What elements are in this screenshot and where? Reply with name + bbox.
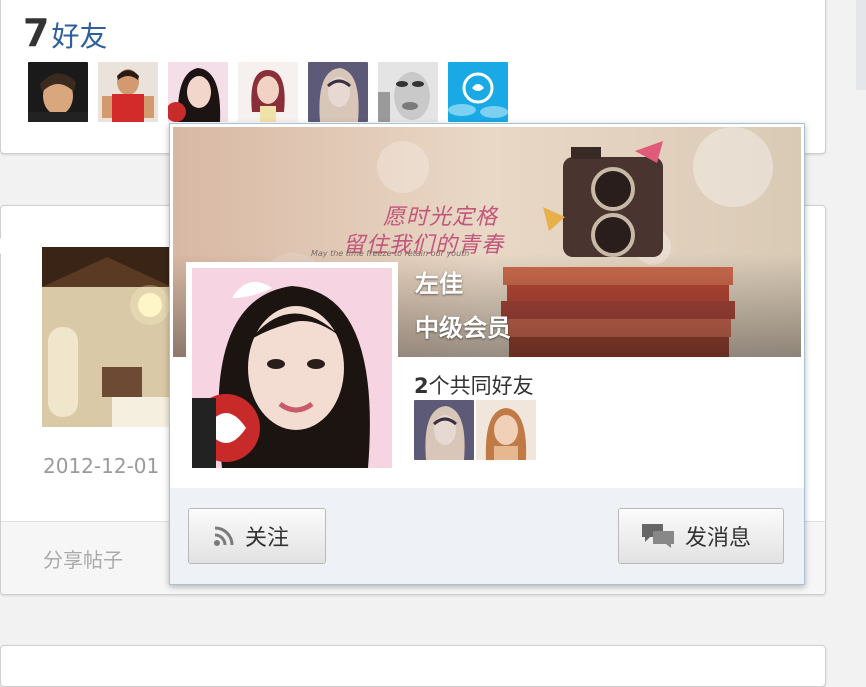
friend-avatar-7[interactable] <box>448 62 508 122</box>
follow-button[interactable]: 关注 <box>188 508 326 564</box>
user-level: 中级会员 <box>415 314 511 342</box>
post-image[interactable] <box>42 247 172 427</box>
friends-avatar-list <box>28 62 508 122</box>
friends-title[interactable]: 7 好友 <box>23 11 107 55</box>
mutual-friend-avatar-1[interactable] <box>414 400 474 460</box>
post-notch <box>0 238 8 254</box>
right-edge-panel <box>856 0 866 90</box>
friend-avatar-6[interactable] <box>378 62 438 122</box>
friend-avatar-5[interactable] <box>308 62 368 122</box>
cover-caption-small: May the time freeze to retain our youth <box>311 249 470 258</box>
friends-count: 7 <box>23 11 50 55</box>
mutual-friends-count: 2 <box>414 374 429 398</box>
mutual-friend-avatar-2[interactable] <box>476 400 536 460</box>
user-name[interactable]: 左佳 <box>415 264 463 299</box>
friend-avatar-3[interactable] <box>168 62 228 122</box>
send-message-button[interactable]: 发消息 <box>618 508 784 564</box>
profile-avatar[interactable] <box>192 268 392 468</box>
friend-avatar-1[interactable] <box>28 62 88 122</box>
friends-label: 好友 <box>51 20 108 53</box>
post-date: 2012-12-01 <box>43 454 160 478</box>
next-card <box>0 645 826 687</box>
share-post-link[interactable]: 分享帖子 <box>43 544 123 573</box>
mutual-friends-text: 2个共同好友 <box>414 370 534 400</box>
mutual-friends-label: 个共同好友 <box>428 374 534 398</box>
user-popup-card: 愿时光定格 留住我们的青春 May the time freeze to ret… <box>169 123 805 585</box>
follow-label: 关注 <box>245 526 290 551</box>
send-message-label: 发消息 <box>685 526 752 551</box>
popup-footer: 关注 发消息 <box>170 488 804 584</box>
rss-icon <box>213 525 235 547</box>
chat-bubbles-icon <box>641 523 675 549</box>
profile-avatar-frame[interactable] <box>186 262 398 472</box>
friend-avatar-2[interactable] <box>98 62 158 122</box>
friend-avatar-4[interactable] <box>238 62 298 122</box>
mutual-friends-list <box>414 400 536 460</box>
